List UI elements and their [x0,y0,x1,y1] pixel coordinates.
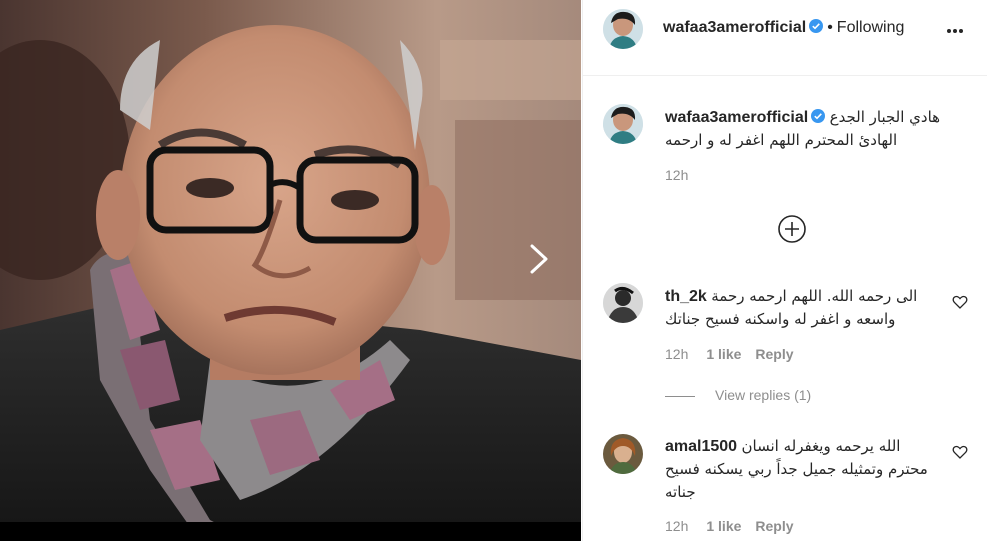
comment-meta: 12h 1 like Reply [665,346,794,362]
comment-text-line2: واسعه و اغفر له واسكنه فسيح جناتك [665,310,896,328]
media-letterbox [0,522,581,541]
author-row: wafaa3amerofficial • Following [663,19,904,37]
view-replies-button[interactable]: View replies (1) [665,387,811,403]
comment-timestamp[interactable]: 12h [665,346,688,362]
caption-first-line: wafaa3amerofficial هادي الجبار الجدع [665,108,940,127]
comment-line1: amal1500 الله يرحمه ويغفرله انسان [665,437,900,456]
view-replies-label: View replies (1) [715,387,812,403]
post-media[interactable] [0,0,581,541]
post-photo [0,0,581,541]
separator-dot: • [827,19,833,36]
caption-text-line1: هادي الجبار الجدع [829,108,941,126]
heart-outline-icon[interactable] [952,294,968,310]
view-replies-line [665,395,695,397]
comment-username[interactable]: th_2k [665,288,707,305]
comment-timestamp[interactable]: 12h [665,518,688,534]
following-button[interactable]: Following [837,19,905,36]
comment-text-line1: الله يرحمه ويغفرله انسان [741,437,901,455]
reply-button[interactable]: Reply [755,346,793,362]
author-avatar[interactable] [603,9,643,49]
post-side-panel: wafaa3amerofficial • Following wafaa3amero… [582,0,987,541]
reply-button[interactable]: Reply [755,518,793,534]
comment-meta: 12h 1 like Reply [665,518,794,534]
plus-circle-icon[interactable] [777,214,807,244]
comment-line1: th_2k الى رحمه الله. اللهم ارحمه رحمة [665,287,917,306]
comment-username[interactable]: amal1500 [665,438,737,455]
post-header: wafaa3amerofficial • Following [583,0,987,76]
caption-timestamp[interactable]: 12h [665,167,688,183]
verified-badge-icon [811,109,826,123]
comment-text-line2: محترم وتمثيله جميل جداً ربي يسكنه فسيح [665,460,928,478]
comment-likes[interactable]: 1 like [706,518,741,534]
comment-likes[interactable]: 1 like [706,346,741,362]
commenter-avatar[interactable] [603,434,643,474]
heart-outline-icon[interactable] [952,444,968,460]
caption-text-line2: الهادئ المحترم اللهم اغفر له و ارحمه [665,131,898,149]
comment-text-line1: الى رحمه الله. اللهم ارحمه رحمة [711,287,918,305]
caption-avatar[interactable] [603,104,643,144]
more-options-icon[interactable] [946,22,968,40]
comment-text-line3: جناته [665,483,696,501]
verified-badge-icon [809,19,824,33]
caption-username[interactable]: wafaa3amerofficial [665,109,808,126]
commenter-avatar[interactable] [603,283,643,323]
next-chevron-icon[interactable] [524,242,554,276]
author-username[interactable]: wafaa3amerofficial [663,19,806,36]
